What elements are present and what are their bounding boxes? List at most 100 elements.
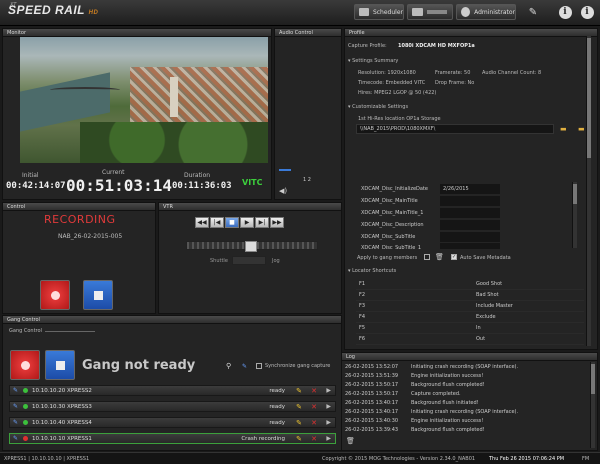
record-dot-icon [50, 290, 60, 300]
shuttle-speed-field[interactable] [232, 256, 266, 265]
metadata-value[interactable] [440, 232, 500, 242]
profile-scroll-thumb[interactable] [587, 38, 591, 158]
settings-summary-toggle[interactable]: ▾ Settings Summary [348, 58, 398, 64]
remove-icon[interactable]: ✕ [311, 387, 317, 395]
pin-icon[interactable]: ✎ [13, 419, 19, 426]
metadata-value[interactable] [440, 220, 500, 230]
remove-icon[interactable]: ✕ [311, 435, 317, 443]
pin-icon[interactable]: ✎ [13, 387, 19, 394]
metadata-row[interactable]: XDCAM_Disc_MainTitle_1 [358, 208, 500, 218]
scheduler-button[interactable]: Scheduler [354, 4, 404, 20]
folder-open-icon[interactable]: ▬ [578, 125, 585, 133]
log-scroll-thumb[interactable] [591, 364, 595, 394]
shuttle-knob[interactable] [245, 241, 257, 252]
pin-icon[interactable]: ✎ [13, 435, 19, 442]
video-tower [170, 77, 178, 117]
stop-button[interactable] [83, 280, 113, 310]
metadata-value[interactable]: 2/26/2015 [440, 184, 500, 194]
monitor-icon [359, 8, 369, 16]
tool-button[interactable] [407, 4, 453, 20]
metadata-row[interactable]: XDCAM_Disc_MainTitle [358, 196, 500, 206]
log-time: 26-02-2015 13:40:30 [345, 418, 399, 424]
rewind-button[interactable]: ◀◀ [195, 217, 209, 228]
initial-timecode: 00:42:14:07 [6, 181, 66, 191]
metadata-row[interactable]: XDCAM_Disc_SubTitle_1 [358, 243, 500, 249]
jog-shuttle-bar[interactable] [186, 241, 318, 252]
gang-row[interactable]: ✎ 10.10.10.30 XPRESS3 ready ✎ ✕ ▶ [9, 401, 336, 412]
record-button[interactable] [40, 280, 70, 310]
shortcut-row[interactable]: F2 Bad Shot [356, 290, 584, 301]
autosave-checkbox[interactable]: ✓ [451, 254, 457, 260]
gang-record-dot-icon [20, 360, 30, 370]
metadata-value[interactable] [440, 243, 500, 249]
expand-icon[interactable]: ▶ [326, 403, 331, 410]
dropframe-label: Drop Frame: [435, 80, 466, 86]
log-message: Initiating crash recording (SOAP interfa… [411, 409, 519, 415]
shortcut-key: F5 [359, 325, 366, 331]
play-button[interactable]: ▶ [240, 217, 254, 228]
step-forward-button[interactable]: ▶| [255, 217, 269, 228]
audio-channel-value: 8 [538, 70, 542, 76]
metadata-scrollbar[interactable] [572, 182, 577, 248]
profile-title: Profile [345, 29, 597, 37]
duration-label: Duration [184, 172, 211, 179]
wrench-icon[interactable]: ✎ [524, 4, 542, 20]
app-logo: SPEED RAIL HD [8, 3, 98, 17]
shortcut-row[interactable]: F5 In [356, 323, 584, 334]
locator-toggle[interactable]: ▾ Locator Shortcuts [348, 268, 396, 274]
shortcut-row[interactable]: F4 Exclude [356, 312, 584, 323]
folder-icon[interactable]: ▬ [560, 125, 567, 133]
expand-icon[interactable]: ▶ [326, 419, 331, 426]
pin-icon[interactable]: ✎ [13, 403, 19, 410]
shortcut-value: Include Master [476, 303, 513, 309]
about-button[interactable]: i [578, 4, 596, 20]
gang-divider [45, 331, 95, 332]
audio-meter-1 [279, 169, 291, 171]
expand-icon[interactable]: ▶ [326, 387, 331, 394]
metadata-value[interactable] [440, 208, 500, 218]
metadata-scroll-thumb[interactable] [573, 184, 577, 204]
log-scrollbar[interactable] [590, 362, 595, 448]
gang-row[interactable]: ✎ 10.10.10.10 XPRESS1 Crash recording ✎ … [9, 433, 336, 444]
administrator-button[interactable]: Administrator [456, 4, 516, 20]
remove-icon[interactable]: ✕ [311, 403, 317, 411]
remove-icon[interactable]: ✕ [311, 419, 317, 427]
gang-row[interactable]: ✎ 10.10.10.40 XPRESS4 ready ✎ ✕ ▶ [9, 417, 336, 428]
trash-icon[interactable]: 🗑 [435, 253, 444, 261]
info-button[interactable]: i [556, 4, 574, 20]
gang-record-button[interactable] [10, 350, 40, 380]
step-back-button[interactable]: |◀ [210, 217, 224, 228]
log-time: 26-02-2015 13:39:43 [345, 427, 399, 433]
edit-icon[interactable]: ✎ [296, 419, 302, 427]
search-icon[interactable]: ⚲ [226, 362, 231, 370]
clear-log-icon[interactable]: 🗑 [346, 437, 355, 445]
sync-label: Synchronize gang capture [265, 363, 331, 369]
profile-scrollbar[interactable] [586, 36, 591, 346]
fast-forward-button[interactable]: ▶▶ [270, 217, 284, 228]
vtr-stop-button[interactable]: ■ [225, 217, 239, 228]
metadata-row[interactable]: XDCAM_Disc_SubTitle [358, 232, 500, 242]
shortcut-row[interactable]: F1 Good Shot [356, 279, 584, 290]
metadata-row[interactable]: XDCAM_Disc_Description [358, 220, 500, 230]
metadata-value[interactable] [440, 196, 500, 206]
edit-icon[interactable]: ✎ [296, 403, 302, 411]
status-copyright: Copyright © 2015 MOG Technologies - Vers… [322, 456, 476, 462]
speaker-icon[interactable]: ◀) [279, 187, 287, 195]
shortcut-row[interactable]: F3 Include Master [356, 301, 584, 312]
gang-sub-label: Gang Control [9, 328, 42, 334]
pin-icon[interactable]: ✎ [242, 363, 247, 370]
customizable-toggle[interactable]: ▾ Customizable Settings [348, 104, 408, 110]
edit-icon[interactable]: ✎ [296, 435, 302, 443]
gang-row[interactable]: ✎ 10.10.10.20 XPRESS2 ready ✎ ✕ ▶ [9, 385, 336, 396]
edit-icon[interactable]: ✎ [296, 387, 302, 395]
gang-stop-button[interactable] [45, 350, 75, 380]
sync-checkbox[interactable] [256, 363, 262, 369]
apply-checkbox[interactable] [424, 254, 430, 260]
metadata-row[interactable]: XDCAM_Disc_InitializeDate 2/26/2015 [358, 184, 500, 194]
video-preview [20, 37, 268, 163]
path-field[interactable]: \\NAB_2015\PROD\1080XMXF\ [356, 124, 554, 134]
capture-profile-value[interactable]: 1080i XDCAM HD MXFOP1a [398, 43, 475, 49]
expand-icon[interactable]: ▶ [326, 435, 331, 442]
log-entry: 26-02-2015 13:51:39 Engine initialization… [343, 372, 573, 380]
shortcut-row[interactable]: F6 Out [356, 334, 584, 345]
